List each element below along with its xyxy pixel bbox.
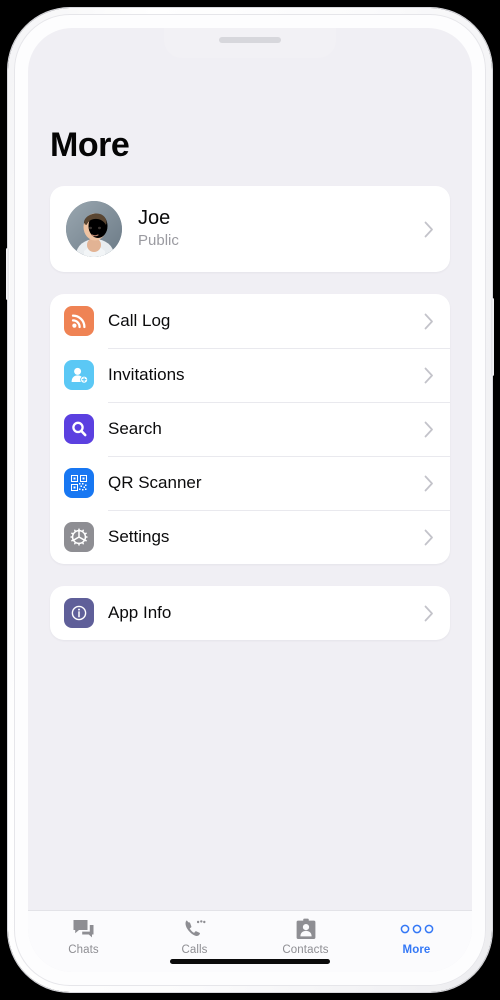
magnifier-icon [64,414,94,444]
menu-item-qr-scanner[interactable]: QR Scanner [50,456,450,510]
chevron-right-icon [424,367,434,384]
three-dots-icon [400,918,434,940]
chevron-right-icon [424,475,434,492]
menu-item-label: Invitations [108,365,185,384]
menu-item-label: QR Scanner [108,473,202,492]
tab-label: Chats [68,944,99,956]
person-add-icon [64,360,94,390]
menu-item-search[interactable]: Search [50,402,450,456]
phone-screen: More Joe Public Call Log Invitations Sea… [28,28,472,972]
tab-more[interactable]: More [361,918,472,956]
profile-name: Joe [138,207,171,230]
menu-item-label: Search [108,419,162,438]
profile-text: Joe Public [138,207,424,251]
home-indicator[interactable] [170,959,330,964]
tab-label: Calls [181,944,208,956]
phone-icon [183,918,206,940]
chevron-right-icon [424,529,434,546]
phone-device-frame: More Joe Public Call Log Invitations Sea… [6,8,494,992]
tab-chats[interactable]: Chats [28,918,139,956]
menu-item-label: Settings [108,527,170,546]
profile-card[interactable]: Joe Public [50,186,450,272]
menu-item-label: Call Log [108,311,171,330]
menu-item-call-log[interactable]: Call Log [50,294,450,348]
qr-code-icon [64,468,94,498]
chat-bubbles-icon [72,918,95,940]
menu-item-label: App Info [108,603,172,622]
tab-calls[interactable]: Calls [139,918,250,956]
chevron-right-icon [424,605,434,622]
chevron-right-icon [424,221,434,238]
page-title: More [50,126,130,164]
info-circle-icon [64,598,94,628]
primary-menu-card: Call Log Invitations Search QR Scanner S… [50,294,450,564]
tab-label: Contacts [282,944,329,956]
secondary-menu-card: App Info [50,586,450,640]
chevron-right-icon [424,421,434,438]
tab-label: More [402,944,431,956]
avatar [66,201,122,257]
chevron-right-icon [424,313,434,330]
profile-status: Public [138,232,179,250]
rss-signal-icon [64,306,94,336]
menu-item-app-info[interactable]: App Info [50,586,450,640]
menu-item-settings[interactable]: Settings [50,510,450,564]
tab-contacts[interactable]: Contacts [250,918,361,956]
gear-icon [64,522,94,552]
profile-row[interactable]: Joe Public [50,186,450,272]
screen-content: More Joe Public Call Log Invitations Sea… [28,28,472,910]
menu-item-invitations[interactable]: Invitations [50,348,450,402]
contact-card-icon [296,918,316,940]
volume-button[interactable] [6,248,9,300]
power-button[interactable] [491,298,494,376]
